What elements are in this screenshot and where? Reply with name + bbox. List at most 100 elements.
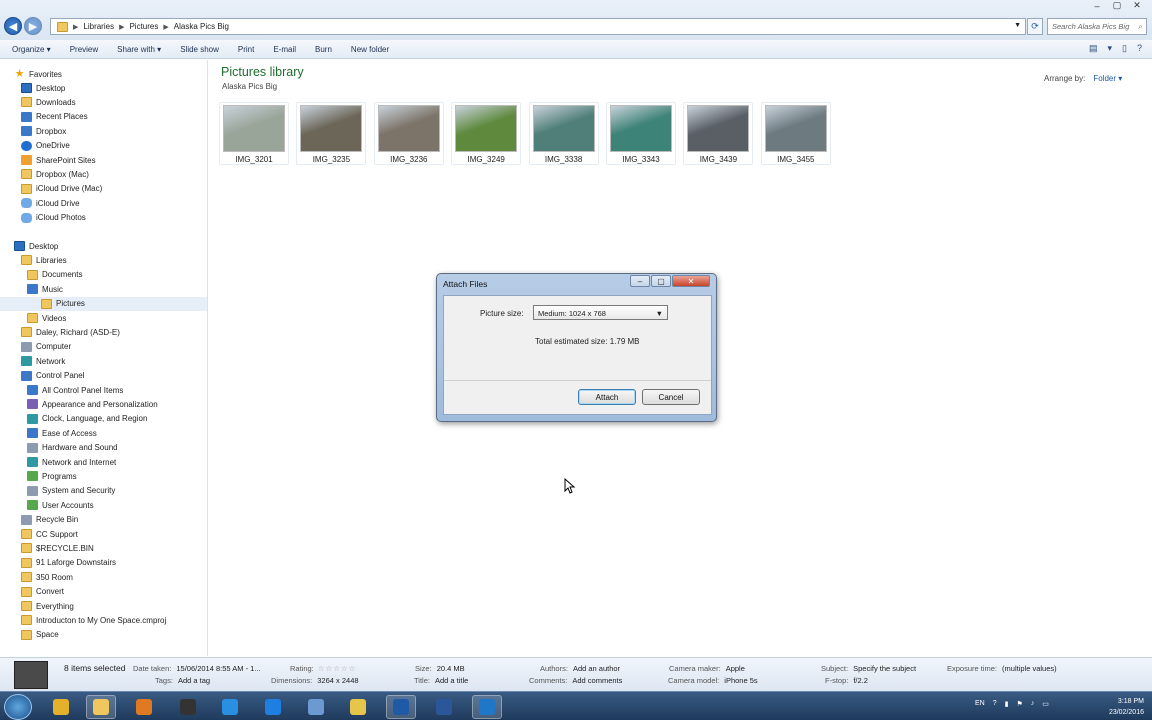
photo-thumbnail[interactable]: IMG_3439 bbox=[683, 102, 754, 165]
sidebar-item-tree-8[interactable]: Network bbox=[21, 354, 65, 368]
taskbar-app-button[interactable] bbox=[129, 695, 159, 719]
sidebar-item-tree-6[interactable]: Daley, Richard (ASD-E) bbox=[21, 325, 120, 339]
sidebar-item-fav-2[interactable]: Recent Places bbox=[21, 110, 88, 124]
photo-thumbnail[interactable]: IMG_3235 bbox=[296, 102, 367, 165]
sidebar-item-tree-12[interactable]: Clock, Language, and Region bbox=[27, 412, 147, 426]
taskbar-app-button[interactable] bbox=[46, 695, 76, 719]
taskbar-app-button[interactable] bbox=[301, 695, 331, 719]
photo-thumbnail[interactable]: IMG_3249 bbox=[451, 102, 522, 165]
sidebar-item-tree-10[interactable]: All Control Panel Items bbox=[27, 383, 123, 397]
sidebar-item-tree-25[interactable]: Everything bbox=[21, 599, 74, 613]
dialog-close-button[interactable]: ✕ bbox=[672, 275, 710, 287]
photo-thumbnail[interactable]: IMG_3338 bbox=[528, 102, 599, 165]
taskbar-app-button[interactable] bbox=[343, 695, 373, 719]
dialog-minimize-button[interactable]: – bbox=[630, 275, 650, 287]
help-tray-icon[interactable]: ? bbox=[993, 700, 997, 708]
sidebar-item-fav-5[interactable]: SharePoint Sites bbox=[21, 153, 96, 167]
back-button[interactable]: ◀ bbox=[4, 17, 22, 35]
sidebar-item-favorites[interactable]: ★ Favorites bbox=[14, 67, 62, 81]
picture-size-select[interactable]: Medium: 1024 x 768 ▼ bbox=[533, 305, 668, 320]
cancel-button[interactable]: Cancel bbox=[642, 389, 700, 405]
photo-thumbnail[interactable]: IMG_3201 bbox=[219, 102, 289, 165]
sidebar-item-fav-8[interactable]: iCloud Drive bbox=[21, 196, 80, 210]
view-dropdown-icon[interactable]: ▾ bbox=[1108, 43, 1113, 54]
maximize-button[interactable]: ▢ bbox=[1108, 0, 1126, 11]
sidebar-item-tree-22[interactable]: 91 Laforge Downstairs bbox=[21, 556, 116, 570]
sidebar-item-tree-5[interactable]: Videos bbox=[27, 311, 66, 325]
address-dropdown-icon[interactable]: ▼ bbox=[1014, 22, 1021, 29]
sidebar-item-tree-16[interactable]: Programs bbox=[27, 469, 77, 483]
clock[interactable]: 3:18 PM 23/02/2016 bbox=[1109, 696, 1144, 718]
sidebar-item-tree-0[interactable]: Desktop bbox=[14, 239, 58, 253]
email-button[interactable]: E-mail bbox=[273, 45, 296, 54]
sidebar-item-tree-24[interactable]: Convert bbox=[21, 585, 64, 599]
taskbar-app-button[interactable] bbox=[173, 695, 203, 719]
sidebar-item-tree-9[interactable]: Control Panel bbox=[21, 369, 84, 383]
breadcrumb-libraries[interactable]: Libraries bbox=[83, 22, 114, 31]
minimize-button[interactable]: – bbox=[1088, 0, 1106, 11]
attach-button[interactable]: Attach bbox=[578, 389, 636, 405]
refresh-button[interactable]: ⟳ bbox=[1027, 18, 1043, 35]
sidebar-item-tree-17[interactable]: System and Security bbox=[27, 484, 115, 498]
network-tray-icon[interactable]: ▮ bbox=[1005, 700, 1009, 708]
sidebar-item-tree-2[interactable]: Documents bbox=[27, 268, 82, 282]
photo-image bbox=[300, 105, 363, 152]
close-button[interactable]: ✕ bbox=[1128, 0, 1146, 11]
sidebar-item-tree-11[interactable]: Appearance and Personalization bbox=[27, 397, 158, 411]
sidebar-item-tree-3[interactable]: Music bbox=[27, 282, 63, 296]
sidebar-item-tree-20[interactable]: CC Support bbox=[21, 527, 78, 541]
sidebar-item-tree-21[interactable]: $RECYCLE.BIN bbox=[21, 541, 94, 555]
start-button[interactable] bbox=[4, 694, 32, 720]
sidebar-item-fav-4[interactable]: OneDrive bbox=[21, 139, 70, 153]
sidebar-item-tree-18[interactable]: User Accounts bbox=[27, 498, 94, 512]
taskbar-app-button[interactable] bbox=[429, 695, 459, 719]
photo-thumbnail[interactable]: IMG_3343 bbox=[606, 102, 676, 165]
sidebar-item-tree-1[interactable]: Libraries bbox=[21, 253, 67, 267]
sidebar-item-tree-27[interactable]: Space bbox=[21, 628, 59, 642]
forward-button[interactable]: ▶ bbox=[24, 17, 42, 35]
taskbar-app-button[interactable] bbox=[86, 695, 116, 719]
new-folder-button[interactable]: New folder bbox=[351, 45, 389, 54]
sidebar-item-tree-26[interactable]: Introducton to My One Space.cmproj bbox=[21, 613, 166, 627]
sidebar-item-fav-1[interactable]: Downloads bbox=[21, 95, 76, 109]
search-input[interactable]: Search Alaska Pics Big ⌕ bbox=[1047, 18, 1147, 35]
slide-show-button[interactable]: Slide show bbox=[180, 45, 219, 54]
address-bar[interactable]: ▶ Libraries ▶ Pictures ▶ Alaska Pics Big… bbox=[50, 18, 1026, 35]
computer-icon bbox=[21, 341, 32, 352]
sidebar-item-tree-15[interactable]: Network and Internet bbox=[27, 455, 116, 469]
sidebar-item-fav-3[interactable]: Dropbox bbox=[21, 124, 66, 138]
volume-tray-icon[interactable]: ♪ bbox=[1031, 700, 1035, 708]
sidebar-item-fav-6[interactable]: Dropbox (Mac) bbox=[21, 167, 89, 181]
burn-button[interactable]: Burn bbox=[315, 45, 332, 54]
print-button[interactable]: Print bbox=[238, 45, 254, 54]
sidebar-item-fav-0[interactable]: Desktop bbox=[21, 81, 65, 95]
sidebar-item-tree-14[interactable]: Hardware and Sound bbox=[27, 441, 118, 455]
breadcrumb-alaska[interactable]: Alaska Pics Big bbox=[174, 22, 229, 31]
organize-menu[interactable]: Organize ▾ bbox=[12, 45, 51, 54]
sidebar-item-tree-13[interactable]: Ease of Access bbox=[27, 426, 97, 440]
sidebar-item-fav-9[interactable]: iCloud Photos bbox=[21, 211, 86, 225]
share-with-menu[interactable]: Share with ▾ bbox=[117, 45, 161, 54]
flag-tray-icon[interactable]: ⚑ bbox=[1017, 700, 1023, 708]
taskbar-app-button[interactable] bbox=[386, 695, 416, 719]
photo-thumbnail[interactable]: IMG_3455 bbox=[760, 102, 831, 165]
sidebar-item-fav-7[interactable]: iCloud Drive (Mac) bbox=[21, 182, 102, 196]
preview-pane-icon[interactable]: ▯ bbox=[1122, 43, 1127, 54]
battery-tray-icon[interactable]: ▭ bbox=[1042, 700, 1049, 708]
help-icon[interactable]: ? bbox=[1137, 43, 1142, 54]
rating-stars-icon[interactable]: ☆☆☆☆☆ bbox=[318, 664, 357, 673]
sidebar-item-tree-7[interactable]: Computer bbox=[21, 340, 71, 354]
arrange-by-dropdown[interactable]: Folder ▾ bbox=[1093, 74, 1122, 83]
breadcrumb-pictures[interactable]: Pictures bbox=[129, 22, 158, 31]
taskbar-app-button[interactable] bbox=[215, 695, 245, 719]
photo-thumbnail[interactable]: IMG_3236 bbox=[373, 102, 444, 165]
dialog-maximize-button[interactable]: ▢ bbox=[651, 275, 671, 287]
sidebar-item-tree-23[interactable]: 350 Room bbox=[21, 570, 73, 584]
language-indicator[interactable]: EN bbox=[975, 700, 985, 708]
sidebar-item-tree-4[interactable]: Pictures bbox=[0, 296, 207, 311]
change-view-icon[interactable]: ▤ bbox=[1089, 43, 1098, 54]
preview-button[interactable]: Preview bbox=[70, 45, 98, 54]
sidebar-item-tree-19[interactable]: Recycle Bin bbox=[21, 513, 78, 527]
taskbar-app-button[interactable] bbox=[258, 695, 288, 719]
taskbar-app-button[interactable] bbox=[472, 695, 502, 719]
